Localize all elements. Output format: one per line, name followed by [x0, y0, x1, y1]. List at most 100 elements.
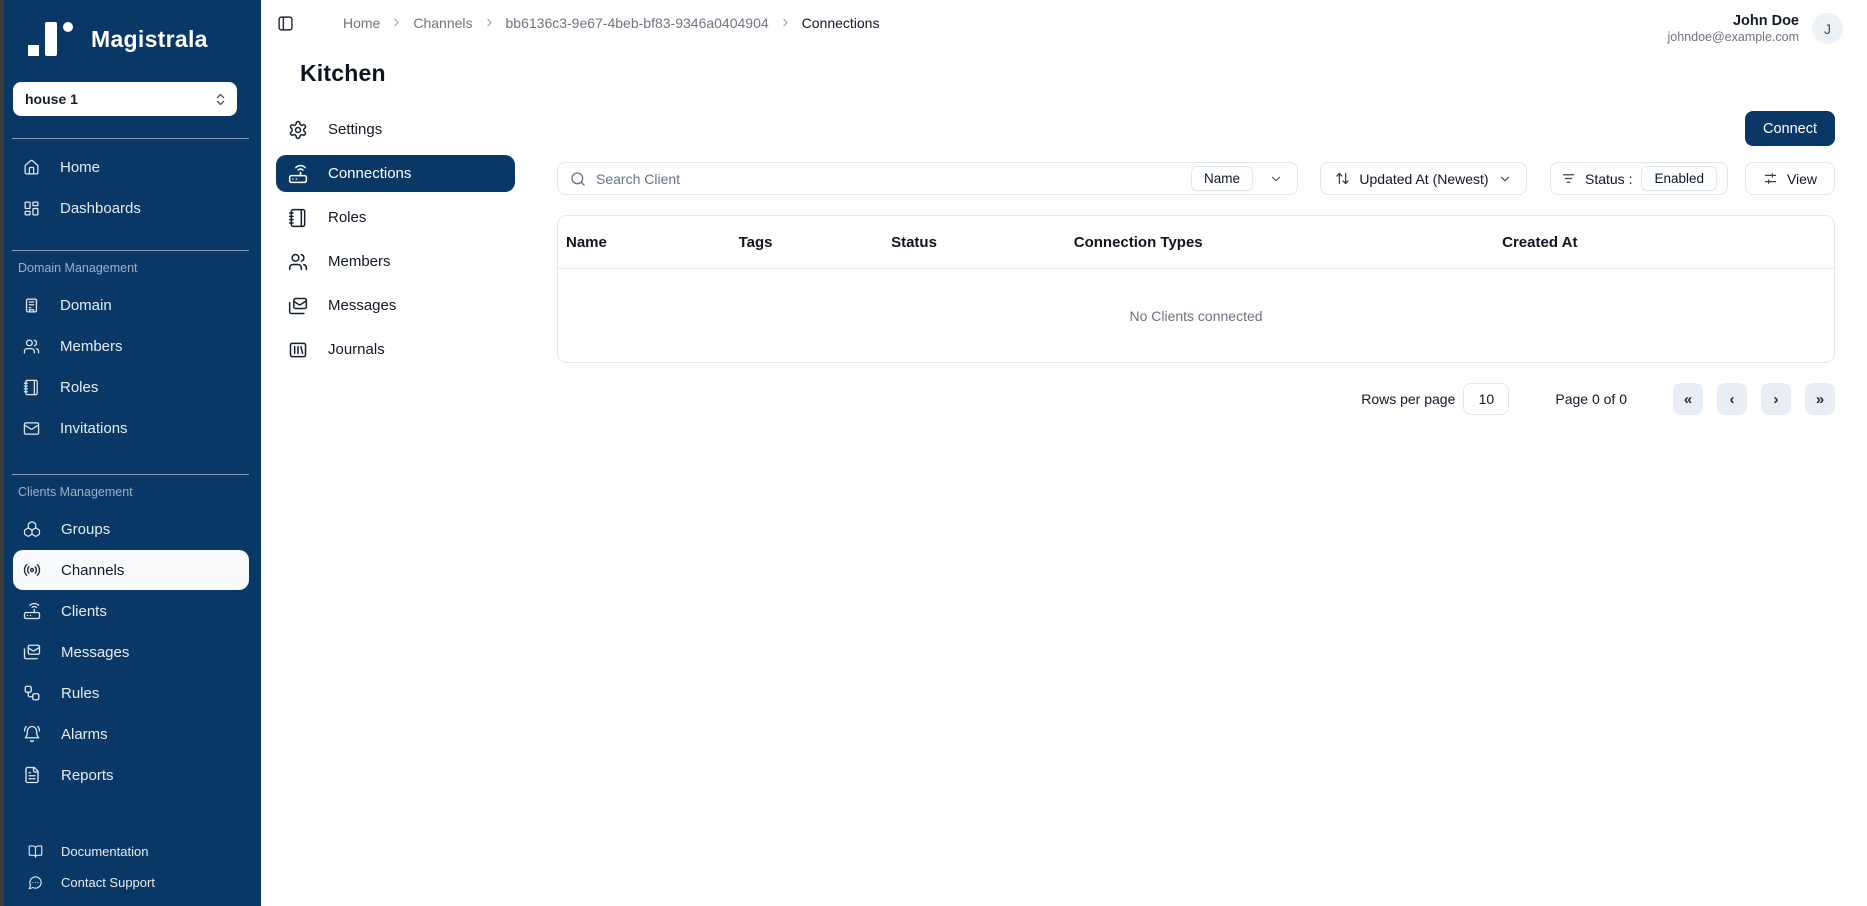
journal-box-icon [288, 340, 308, 360]
building-icon [23, 297, 40, 314]
breadcrumb-item-connections: Connections [802, 15, 880, 31]
sidebar-item-label: Home [60, 159, 100, 176]
rows-per-page-select[interactable]: 10 [1463, 383, 1509, 415]
workspace-selector[interactable]: house 1 [13, 82, 237, 116]
breadcrumb-item-channels[interactable]: Channels [413, 15, 472, 31]
sidebar-item-invitations[interactable]: Invitations [13, 408, 249, 448]
sidebar-nav: Home Dashboards [0, 147, 261, 229]
search-icon [570, 171, 586, 187]
first-page-button[interactable]: « [1673, 383, 1703, 415]
tab-settings[interactable]: Settings [276, 111, 515, 148]
sidebar-toggle-button[interactable] [277, 15, 294, 32]
sidebar-item-label: Clients [61, 603, 107, 620]
sidebar-item-label: Members [60, 338, 123, 355]
search-input[interactable] [596, 171, 1181, 187]
sidebar-item-groups[interactable]: Groups [13, 509, 249, 549]
sidebar-item-label: Reports [61, 767, 114, 784]
sidebar-item-messages[interactable]: Messages [13, 632, 249, 672]
window-edge [0, 0, 4, 906]
status-value-chip: Enabled [1641, 166, 1717, 191]
column-header-connection-types[interactable]: Connection Types [1074, 234, 1502, 251]
chevron-right-icon [390, 16, 403, 29]
view-button[interactable]: View [1745, 162, 1835, 195]
tab-journals[interactable]: Journals [276, 331, 515, 368]
column-header-status[interactable]: Status [891, 234, 1074, 251]
house-icon [23, 159, 40, 176]
sidebar-item-label: Invitations [60, 420, 128, 437]
sidebar-item-alarms[interactable]: Alarms [13, 714, 249, 754]
search-box: Name [557, 162, 1298, 195]
search-filter-chip[interactable]: Name [1191, 166, 1253, 191]
settings-gear-icon [288, 120, 308, 140]
sidebar-item-label: Alarms [61, 726, 108, 743]
column-header-tags[interactable]: Tags [739, 234, 891, 251]
sidebar-item-label: Domain [60, 297, 112, 314]
avatar[interactable]: J [1812, 13, 1843, 44]
previous-page-button[interactable]: ‹ [1717, 383, 1747, 415]
clients-table: Name Tags Status Connection Types Create… [557, 215, 1835, 363]
tab-members[interactable]: Members [276, 243, 515, 280]
sidebar: Magistrala house 1 Home Da [0, 0, 261, 906]
panel-left-icon [277, 15, 294, 32]
mail-icon [23, 420, 40, 437]
tab-roles[interactable]: Roles [276, 199, 515, 236]
sidebar-item-reports[interactable]: Reports [13, 755, 249, 795]
sidebar-section-title: Domain Management [18, 261, 261, 275]
sidebar-item-label: Messages [61, 644, 129, 661]
toolbar: Name Updated At (Newest) [557, 162, 1835, 195]
sidebar-item-dashboards[interactable]: Dashboards [13, 188, 249, 228]
router-icon [23, 602, 41, 620]
search-filter-dropdown[interactable] [1263, 170, 1289, 188]
tab-label: Connections [328, 165, 411, 182]
chevron-left-icon: ‹ [1730, 391, 1735, 408]
sidebar-item-rules[interactable]: Rules [13, 673, 249, 713]
breadcrumb: Home Channels bb6136c3-9e67-4beb-bf83-93… [343, 15, 879, 31]
tab-messages[interactable]: Messages [276, 287, 515, 324]
sidebar-item-channels[interactable]: Channels [13, 550, 249, 590]
app-root: Magistrala house 1 Home Da [0, 0, 1867, 906]
last-page-button[interactable]: » [1805, 383, 1835, 415]
rows-per-page-label: Rows per page [1361, 391, 1455, 407]
file-text-icon [23, 766, 41, 784]
users-icon [288, 252, 308, 272]
sidebar-item-domain[interactable]: Domain [13, 285, 249, 325]
chevrons-right-icon: » [1816, 391, 1824, 408]
sidebar-section-clients-management: Groups Channels Clients [0, 509, 261, 796]
boxes-icon [23, 520, 41, 538]
sidebar-item-roles[interactable]: Roles [13, 367, 249, 407]
empty-message: No Clients connected [1129, 308, 1262, 324]
mails-icon [288, 296, 308, 316]
column-header-created-at[interactable]: Created At [1502, 234, 1826, 251]
status-filter-button[interactable]: Status : Enabled [1550, 162, 1728, 195]
chevron-down-icon [1498, 172, 1512, 186]
sidebar-item-clients[interactable]: Clients [13, 591, 249, 631]
user-email: johndoe@example.com [1667, 30, 1799, 44]
user-info: John Doe johndoe@example.com [1667, 13, 1799, 44]
chevron-right-icon [779, 16, 792, 29]
sidebar-item-members[interactable]: Members [13, 326, 249, 366]
arrow-up-down-icon [1335, 171, 1350, 186]
next-page-button[interactable]: › [1761, 383, 1791, 415]
sidebar-item-documentation[interactable]: Documentation [15, 838, 249, 864]
breadcrumb-item-home[interactable]: Home [343, 15, 380, 31]
chevron-down-icon [1269, 172, 1283, 186]
column-header-name[interactable]: Name [566, 234, 739, 251]
layout-dashboard-icon [23, 200, 40, 217]
sidebar-item-label: Documentation [61, 844, 148, 859]
sidebar-item-label: Dashboards [60, 200, 141, 217]
topbar-user: John Doe johndoe@example.com J [1667, 13, 1843, 44]
message-circle-icon [28, 875, 43, 890]
tab-connections[interactable]: Connections [276, 155, 515, 192]
sidebar-item-contact-support[interactable]: Contact Support [15, 869, 249, 895]
breadcrumb-item-channel-id[interactable]: bb6136c3-9e67-4beb-bf83-9346a0404904 [506, 15, 769, 31]
sidebar-item-home[interactable]: Home [13, 147, 249, 187]
brand-logo[interactable]: Magistrala [28, 22, 261, 56]
sidebar-divider [12, 250, 249, 251]
sort-button[interactable]: Updated At (Newest) [1320, 162, 1527, 195]
sidebar-footer: Documentation Contact Support [0, 838, 261, 906]
sort-label: Updated At (Newest) [1359, 171, 1488, 187]
connect-button[interactable]: Connect [1745, 111, 1835, 146]
channel-subnav: Settings Connections Roles [276, 111, 515, 415]
sliders-icon [1763, 171, 1778, 186]
view-label: View [1787, 171, 1817, 187]
